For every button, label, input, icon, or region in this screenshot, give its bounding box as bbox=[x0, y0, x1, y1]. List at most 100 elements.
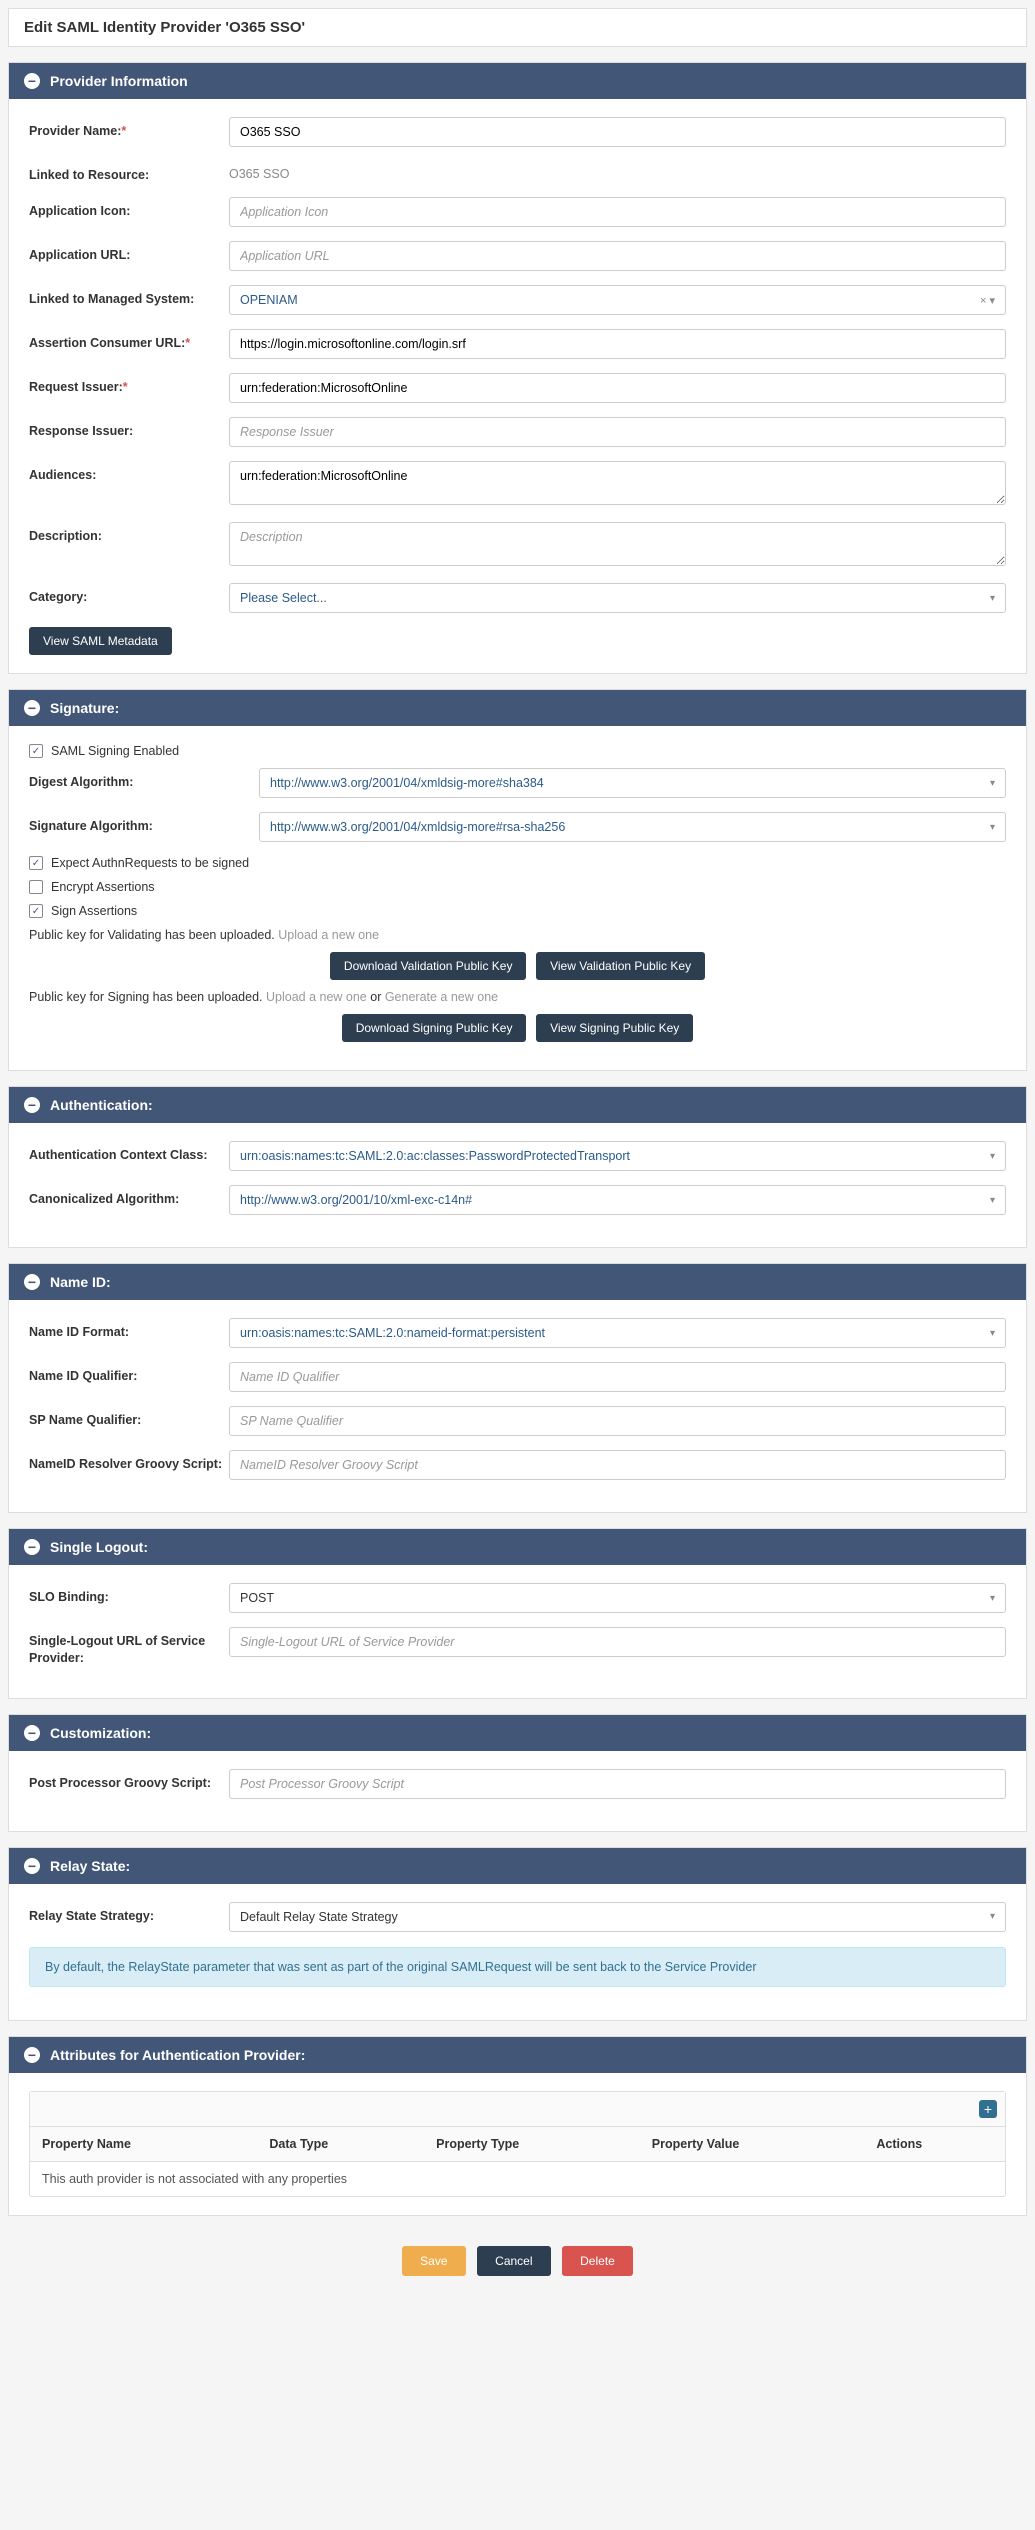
acs-url-input[interactable] bbox=[229, 329, 1006, 359]
app-icon-input[interactable] bbox=[229, 197, 1006, 227]
delete-button[interactable]: Delete bbox=[562, 2246, 633, 2276]
save-button[interactable]: Save bbox=[402, 2246, 465, 2276]
provider-name-input[interactable] bbox=[229, 117, 1006, 147]
collapse-icon[interactable]: − bbox=[24, 73, 40, 89]
slo-header[interactable]: − Single Logout: bbox=[9, 1529, 1026, 1565]
sp-name-qualifier-label: SP Name Qualifier: bbox=[29, 1406, 229, 1428]
relay-state-info: By default, the RelayState parameter tha… bbox=[29, 1947, 1006, 1987]
cancel-button[interactable]: Cancel bbox=[477, 2246, 550, 2276]
response-issuer-input[interactable] bbox=[229, 417, 1006, 447]
attributes-table-wrap: + Property Name Data Type Property Type … bbox=[29, 2091, 1006, 2197]
col-property-type: Property Type bbox=[424, 2127, 640, 2162]
generate-signing-link[interactable]: Generate a new one bbox=[385, 990, 498, 1004]
attributes-header[interactable]: − Attributes for Authentication Provider… bbox=[9, 2037, 1026, 2073]
upload-signing-link[interactable]: Upload a new one bbox=[266, 990, 367, 1004]
nameid-format-select[interactable]: urn:oasis:names:tc:SAML:2.0:nameid-forma… bbox=[229, 1318, 1006, 1348]
name-id-header[interactable]: − Name ID: bbox=[9, 1264, 1026, 1300]
canon-algorithm-label: Canonicalized Algorithm: bbox=[29, 1185, 229, 1207]
customization-header[interactable]: − Customization: bbox=[9, 1715, 1026, 1751]
view-signing-key-button[interactable]: View Signing Public Key bbox=[536, 1014, 693, 1042]
view-saml-metadata-button[interactable]: View SAML Metadata bbox=[29, 627, 172, 655]
provider-name-label: Provider Name:* bbox=[29, 117, 229, 139]
signature-panel: − Signature: ✓ SAML Signing Enabled Dige… bbox=[8, 689, 1027, 1071]
view-validation-key-button[interactable]: View Validation Public Key bbox=[536, 952, 705, 980]
saml-signing-enabled-checkbox[interactable]: ✓ bbox=[29, 744, 43, 758]
app-url-input[interactable] bbox=[229, 241, 1006, 271]
relay-state-header[interactable]: − Relay State: bbox=[9, 1848, 1026, 1884]
collapse-icon[interactable]: − bbox=[24, 700, 40, 716]
relay-state-panel: − Relay State: Relay State Strategy: Def… bbox=[8, 1847, 1027, 2021]
encrypt-assertions-label: Encrypt Assertions bbox=[51, 880, 155, 894]
page-title: Edit SAML Identity Provider 'O365 SSO' bbox=[24, 19, 1011, 36]
panel-title: Name ID: bbox=[50, 1274, 111, 1290]
collapse-icon[interactable]: − bbox=[24, 1858, 40, 1874]
nameid-resolver-label: NameID Resolver Groovy Script: bbox=[29, 1450, 229, 1472]
category-select[interactable]: Please Select...▾ bbox=[229, 583, 1006, 613]
nameid-qualifier-label: Name ID Qualifier: bbox=[29, 1362, 229, 1384]
auth-context-class-label: Authentication Context Class: bbox=[29, 1141, 229, 1163]
signature-algorithm-select[interactable]: http://www.w3.org/2001/04/xmldsig-more#r… bbox=[259, 812, 1006, 842]
slo-url-label: Single-Logout URL of Service Provider: bbox=[29, 1627, 229, 1666]
saml-signing-enabled-label: SAML Signing Enabled bbox=[51, 744, 179, 758]
upload-validating-link[interactable]: Upload a new one bbox=[278, 928, 379, 942]
collapse-icon[interactable]: − bbox=[24, 1725, 40, 1741]
download-signing-key-button[interactable]: Download Signing Public Key bbox=[342, 1014, 527, 1042]
app-icon-label: Application Icon: bbox=[29, 197, 229, 219]
collapse-icon[interactable]: − bbox=[24, 1274, 40, 1290]
collapse-icon[interactable]: − bbox=[24, 2047, 40, 2063]
download-validation-key-button[interactable]: Download Validation Public Key bbox=[330, 952, 527, 980]
description-input[interactable] bbox=[229, 522, 1006, 566]
post-processor-input[interactable] bbox=[229, 1769, 1006, 1799]
collapse-icon[interactable]: − bbox=[24, 1539, 40, 1555]
attributes-panel: − Attributes for Authentication Provider… bbox=[8, 2036, 1027, 2216]
response-issuer-label: Response Issuer: bbox=[29, 417, 229, 439]
audiences-label: Audiences: bbox=[29, 461, 229, 483]
col-property-name: Property Name bbox=[30, 2127, 257, 2162]
sign-assertions-checkbox[interactable]: ✓ bbox=[29, 904, 43, 918]
add-attribute-button[interactable]: + bbox=[979, 2100, 997, 2118]
slo-binding-label: SLO Binding: bbox=[29, 1583, 229, 1605]
audiences-input[interactable]: urn:federation:MicrosoftOnline bbox=[229, 461, 1006, 505]
nameid-qualifier-input[interactable] bbox=[229, 1362, 1006, 1392]
panel-title: Signature: bbox=[50, 700, 119, 716]
col-actions: Actions bbox=[864, 2127, 1005, 2162]
col-property-value: Property Value bbox=[640, 2127, 865, 2162]
provider-info-panel: − Provider Information Provider Name:* L… bbox=[8, 62, 1027, 674]
slo-panel: − Single Logout: SLO Binding: POST▾ Sing… bbox=[8, 1528, 1027, 1699]
auth-context-class-select[interactable]: urn:oasis:names:tc:SAML:2.0:ac:classes:P… bbox=[229, 1141, 1006, 1171]
request-issuer-label: Request Issuer:* bbox=[29, 373, 229, 395]
panel-title: Provider Information bbox=[50, 73, 188, 89]
collapse-icon[interactable]: − bbox=[24, 1097, 40, 1113]
expect-signed-checkbox[interactable]: ✓ bbox=[29, 856, 43, 870]
panel-title: Single Logout: bbox=[50, 1539, 148, 1555]
encrypt-assertions-checkbox[interactable] bbox=[29, 880, 43, 894]
slo-url-input[interactable] bbox=[229, 1627, 1006, 1657]
table-empty-row: This auth provider is not associated wit… bbox=[30, 2161, 1005, 2196]
attributes-table: Property Name Data Type Property Type Pr… bbox=[30, 2127, 1005, 2196]
app-url-label: Application URL: bbox=[29, 241, 229, 263]
nameid-resolver-input[interactable] bbox=[229, 1450, 1006, 1480]
canon-algorithm-select[interactable]: http://www.w3.org/2001/10/xml-exc-c14n#▾ bbox=[229, 1185, 1006, 1215]
panel-title: Relay State: bbox=[50, 1858, 130, 1874]
page-header: Edit SAML Identity Provider 'O365 SSO' bbox=[8, 8, 1027, 47]
footer-actions: Save Cancel Delete bbox=[0, 2231, 1035, 2291]
digest-algorithm-select[interactable]: http://www.w3.org/2001/04/xmldsig-more#s… bbox=[259, 768, 1006, 798]
sp-name-qualifier-input[interactable] bbox=[229, 1406, 1006, 1436]
managed-system-select[interactable]: OPENIAM × ▾ bbox=[229, 285, 1006, 315]
slo-binding-select[interactable]: POST▾ bbox=[229, 1583, 1006, 1613]
sign-assertions-label: Sign Assertions bbox=[51, 904, 137, 918]
authentication-header[interactable]: − Authentication: bbox=[9, 1087, 1026, 1123]
signature-header[interactable]: − Signature: bbox=[9, 690, 1026, 726]
acs-url-label: Assertion Consumer URL:* bbox=[29, 329, 229, 351]
relay-state-strategy-select[interactable]: Default Relay State Strategy▾ bbox=[229, 1902, 1006, 1932]
provider-info-header[interactable]: − Provider Information bbox=[9, 63, 1026, 99]
request-issuer-input[interactable] bbox=[229, 373, 1006, 403]
name-id-panel: − Name ID: Name ID Format: urn:oasis:nam… bbox=[8, 1263, 1027, 1513]
signing-key-text: Public key for Signing has been uploaded… bbox=[29, 990, 1006, 1004]
signature-algorithm-label: Signature Algorithm: bbox=[29, 812, 259, 834]
validating-key-text: Public key for Validating has been uploa… bbox=[29, 928, 1006, 942]
linked-resource-label: Linked to Resource: bbox=[29, 161, 229, 183]
description-label: Description: bbox=[29, 522, 229, 544]
digest-algorithm-label: Digest Algorithm: bbox=[29, 768, 259, 790]
panel-title: Authentication: bbox=[50, 1097, 153, 1113]
